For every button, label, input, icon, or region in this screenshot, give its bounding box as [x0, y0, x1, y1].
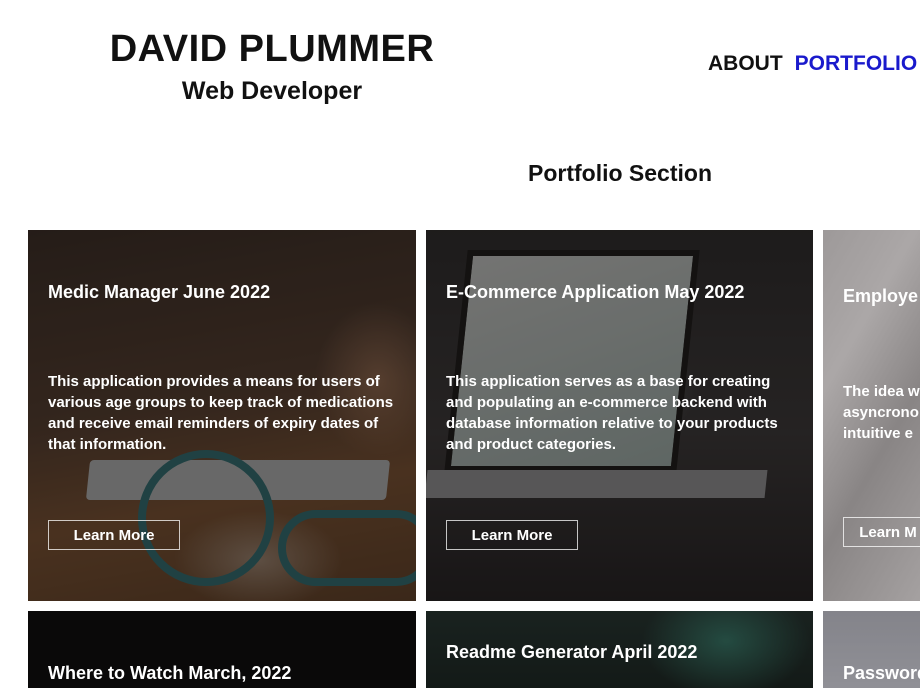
main-nav: ABOUT PORTFOLIO	[708, 52, 917, 76]
nav-about-link[interactable]: ABOUT	[708, 52, 783, 76]
project-description: The idea w asyncrono intuitive e	[843, 383, 920, 442]
project-title: E-Commerce Application May 2022	[446, 282, 745, 302]
project-card-employee: Employe The idea w asyncrono intuitive e…	[823, 230, 920, 601]
learn-more-button[interactable]: Learn M	[843, 517, 920, 547]
project-title: Where to Watch March, 2022	[48, 663, 292, 683]
project-title: Employe	[843, 286, 919, 306]
project-card-where-to-watch: Where to Watch March, 2022	[28, 611, 416, 688]
learn-more-button[interactable]: Learn More	[446, 520, 578, 550]
project-card-readme-generator: Readme Generator April 2022	[426, 611, 813, 688]
project-card-password: Password	[823, 611, 920, 688]
learn-more-button[interactable]: Learn More	[48, 520, 180, 550]
project-card-ecommerce: E-Commerce Application May 2022 This app…	[426, 230, 813, 601]
project-title: Password	[843, 663, 920, 683]
site-role: Web Developer	[181, 77, 363, 105]
project-card-medic-manager: Medic Manager June 2022 This application…	[28, 230, 416, 601]
project-description: This application serves as a base for cr…	[446, 373, 778, 453]
project-description: This application provides a means for us…	[48, 373, 394, 453]
project-title: Readme Generator April 2022	[446, 642, 698, 662]
project-title: Medic Manager June 2022	[48, 282, 271, 302]
nav-portfolio-link[interactable]: PORTFOLIO	[795, 52, 918, 76]
portfolio-section-title: Portfolio Section	[528, 160, 712, 186]
site-brand: DAVID PLUMMER Web Developer	[80, 28, 464, 106]
site-name: DAVID PLUMMER	[109, 28, 435, 70]
